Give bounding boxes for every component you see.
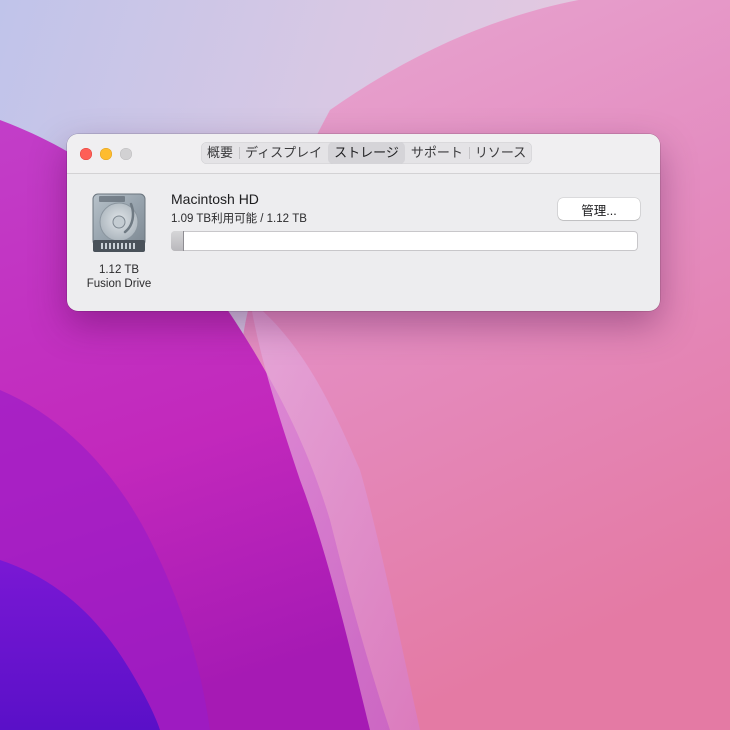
minimize-button[interactable] [100, 148, 112, 160]
volume-availability: 1.09 TB利用可能 / 1.12 TB [171, 213, 307, 225]
wallpaper [0, 0, 730, 730]
storage-usage-bar [171, 231, 638, 251]
tab-resources[interactable]: リソース [468, 142, 532, 164]
close-button[interactable] [80, 148, 92, 160]
tab-storage[interactable]: ストレージ [328, 142, 405, 164]
tab-support[interactable]: サポート [405, 142, 469, 164]
volume-name: Macintosh HD [171, 191, 259, 207]
disk-type-label: Fusion Drive [86, 278, 152, 290]
storage-used-segment [171, 231, 184, 251]
desktop: 概要 ディスプレイ ストレージ サポート リソース 1.12 TB Fusion… [0, 0, 730, 730]
manage-button[interactable]: 管理... [558, 198, 640, 220]
tab-displays[interactable]: ディスプレイ [239, 142, 328, 164]
title-bar: 概要 ディスプレイ ストレージ サポート リソース [67, 134, 660, 174]
tab-overview[interactable]: 概要 [201, 142, 239, 164]
disk-size-label: 1.12 TB [98, 264, 140, 276]
zoom-button [120, 148, 132, 160]
hard-drive-icon [92, 193, 146, 252]
about-this-mac-window: 概要 ディスプレイ ストレージ サポート リソース 1.12 TB Fusion… [67, 134, 660, 311]
tab-bar: 概要 ディスプレイ ストレージ サポート リソース [201, 142, 533, 164]
